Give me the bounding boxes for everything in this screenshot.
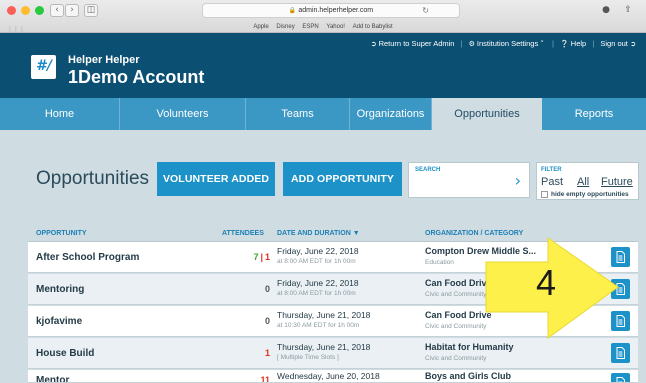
help-icon: ❔	[560, 40, 569, 48]
attendee-count: 11	[260, 375, 270, 383]
minimize-window-button[interactable]	[21, 6, 30, 15]
attendee-count: 0	[264, 284, 270, 294]
opportunity-date: Friday, June 22, 2018	[277, 278, 359, 288]
bookmark-item[interactable]: Disney	[276, 24, 294, 30]
chevron-right-icon[interactable]: ›	[515, 171, 521, 190]
nav-volunteers[interactable]: Volunteers	[120, 98, 246, 130]
logo[interactable]: #/	[31, 55, 56, 79]
attendee-count-confirmed: 7	[253, 252, 259, 262]
chevron-down-icon: ˅	[538, 40, 544, 48]
url-text: admin.helperhelper.com	[298, 7, 374, 14]
col-date[interactable]: DATE AND DURATION ▼	[277, 230, 360, 237]
bookmark-item[interactable]: ESPN	[302, 24, 318, 30]
document-icon	[616, 377, 625, 382]
bookmark-item[interactable]: Apple	[253, 24, 268, 30]
sidebar-toggle-icon[interactable]: ◫	[84, 4, 98, 17]
nav-home[interactable]: Home	[0, 98, 120, 130]
opportunity-name[interactable]: House Build	[36, 348, 94, 359]
page-title: Opportunities	[36, 168, 150, 189]
opportunity-time: at 8:00 AM EDT for 1h 00m	[277, 290, 356, 297]
gear-icon: ⚙	[468, 40, 475, 48]
opportunity-date: Thursday, June 21, 2018	[277, 310, 371, 320]
return-icon: ➲	[370, 40, 377, 48]
sign-out-icon: ➲	[627, 40, 636, 48]
opportunity-name[interactable]: Mentor	[36, 375, 69, 382]
nav-opportunities[interactable]: Opportunities	[432, 98, 542, 130]
reload-icon[interactable]: ↻	[422, 4, 429, 17]
sign-out-link[interactable]: Sign out	[600, 39, 628, 48]
table-row[interactable]: Mentor 11 Wednesday, June 20, 2018 Boys …	[28, 370, 638, 383]
maximize-window-button[interactable]	[35, 6, 44, 15]
return-super-admin-link[interactable]: Return to Super Admin	[379, 39, 455, 48]
attendee-count: 0	[264, 316, 270, 326]
bookmark-item[interactable]: Add to Babylist	[353, 24, 393, 30]
logo-mark: #/	[36, 58, 52, 74]
address-bar[interactable]: 🔒 admin.helperhelper.com ↻	[202, 3, 460, 18]
details-button[interactable]	[611, 373, 630, 382]
volunteer-added-button[interactable]: VOLUNTEER ADDED	[157, 162, 275, 196]
bookmarks-bar: ⋮⋮⋮ Apple Disney ESPN Yahoo! Add to Baby…	[0, 22, 646, 33]
divider: |	[592, 39, 595, 48]
filter-all[interactable]: All	[577, 176, 589, 188]
hide-empty-checkbox[interactable]	[541, 191, 548, 198]
download-icon[interactable]: ●	[598, 4, 614, 17]
nav-teams[interactable]: Teams	[246, 98, 350, 130]
close-window-button[interactable]	[7, 6, 16, 15]
lock-icon: 🔒	[288, 8, 297, 14]
filter-past[interactable]: Past	[541, 176, 563, 188]
col-attendees[interactable]: ATTENDEES	[222, 230, 264, 237]
annotation-number: 4	[536, 262, 557, 303]
col-opportunity[interactable]: OPPORTUNITY	[36, 230, 87, 237]
search-label: SEARCH	[415, 167, 441, 173]
opportunity-name[interactable]: After School Program	[36, 252, 139, 263]
nav-organizations[interactable]: Organizations	[350, 98, 432, 130]
app-header: ➲ Return to Super Admin | ⚙ Institution Se…	[0, 33, 646, 98]
opportunity-name[interactable]: Mentoring	[36, 284, 84, 295]
browser-toolbar: ‹ › ◫ 🔒 admin.helperhelper.com ↻ ● ⇧	[0, 0, 646, 21]
institution-settings-link[interactable]: Institution Settings	[477, 39, 538, 48]
share-icon[interactable]: ⇧	[620, 4, 636, 17]
account-name: 1Demo Account	[68, 67, 205, 87]
opportunity-time: [ Multiple Time Slots ]	[277, 354, 339, 361]
hide-empty-label: hide empty opportunities	[551, 191, 629, 198]
help-link[interactable]: Help	[571, 39, 586, 48]
forward-icon[interactable]: ›	[65, 4, 79, 17]
search-input[interactable]: SEARCH ›	[408, 162, 530, 198]
attendee-count: 7 | 1	[253, 252, 270, 262]
main-nav: Home Volunteers Teams Organizations Oppo…	[0, 98, 646, 130]
category-name: Education	[425, 259, 454, 266]
nav-reports[interactable]: Reports	[542, 98, 646, 130]
attendee-separator: |	[260, 252, 263, 262]
filter-label: FILTER	[541, 167, 562, 173]
opportunity-date: Wednesday, June 20, 2018	[277, 371, 380, 381]
divider: |	[552, 39, 554, 48]
document-icon	[616, 347, 625, 359]
filter-future[interactable]: Future	[601, 176, 633, 188]
opportunity-time: at 8:00 AM EDT for 1h 00m	[277, 258, 356, 265]
category-name: Civic and Community	[425, 355, 487, 362]
attendee-count-pending: 1	[264, 252, 270, 262]
opportunity-date: Friday, June 22, 2018	[277, 246, 359, 256]
attendee-count: 1	[264, 348, 270, 358]
filter-panel: FILTER Past All Future hide empty opport…	[536, 162, 639, 200]
browser-chrome: ‹ › ◫ 🔒 admin.helperhelper.com ↻ ● ⇧ ⋮⋮⋮ …	[0, 0, 646, 33]
opportunity-date: Thursday, June 21, 2018	[277, 342, 371, 352]
organization-name[interactable]: Boys and Girls Club	[425, 371, 511, 381]
opportunity-time: at 10:30 AM EDT for 1h 00m	[277, 322, 360, 329]
add-opportunity-button[interactable]: ADD OPPORTUNITY	[283, 162, 402, 196]
brand-name: Helper Helper	[68, 54, 140, 66]
divider: |	[460, 39, 463, 48]
bookmark-item[interactable]: Yahoo!	[326, 24, 345, 30]
header-links: ➲ Return to Super Admin | ⚙ Institution Se…	[371, 39, 638, 48]
back-icon[interactable]: ‹	[50, 4, 64, 17]
opportunity-name[interactable]: kjofavime	[36, 316, 82, 327]
